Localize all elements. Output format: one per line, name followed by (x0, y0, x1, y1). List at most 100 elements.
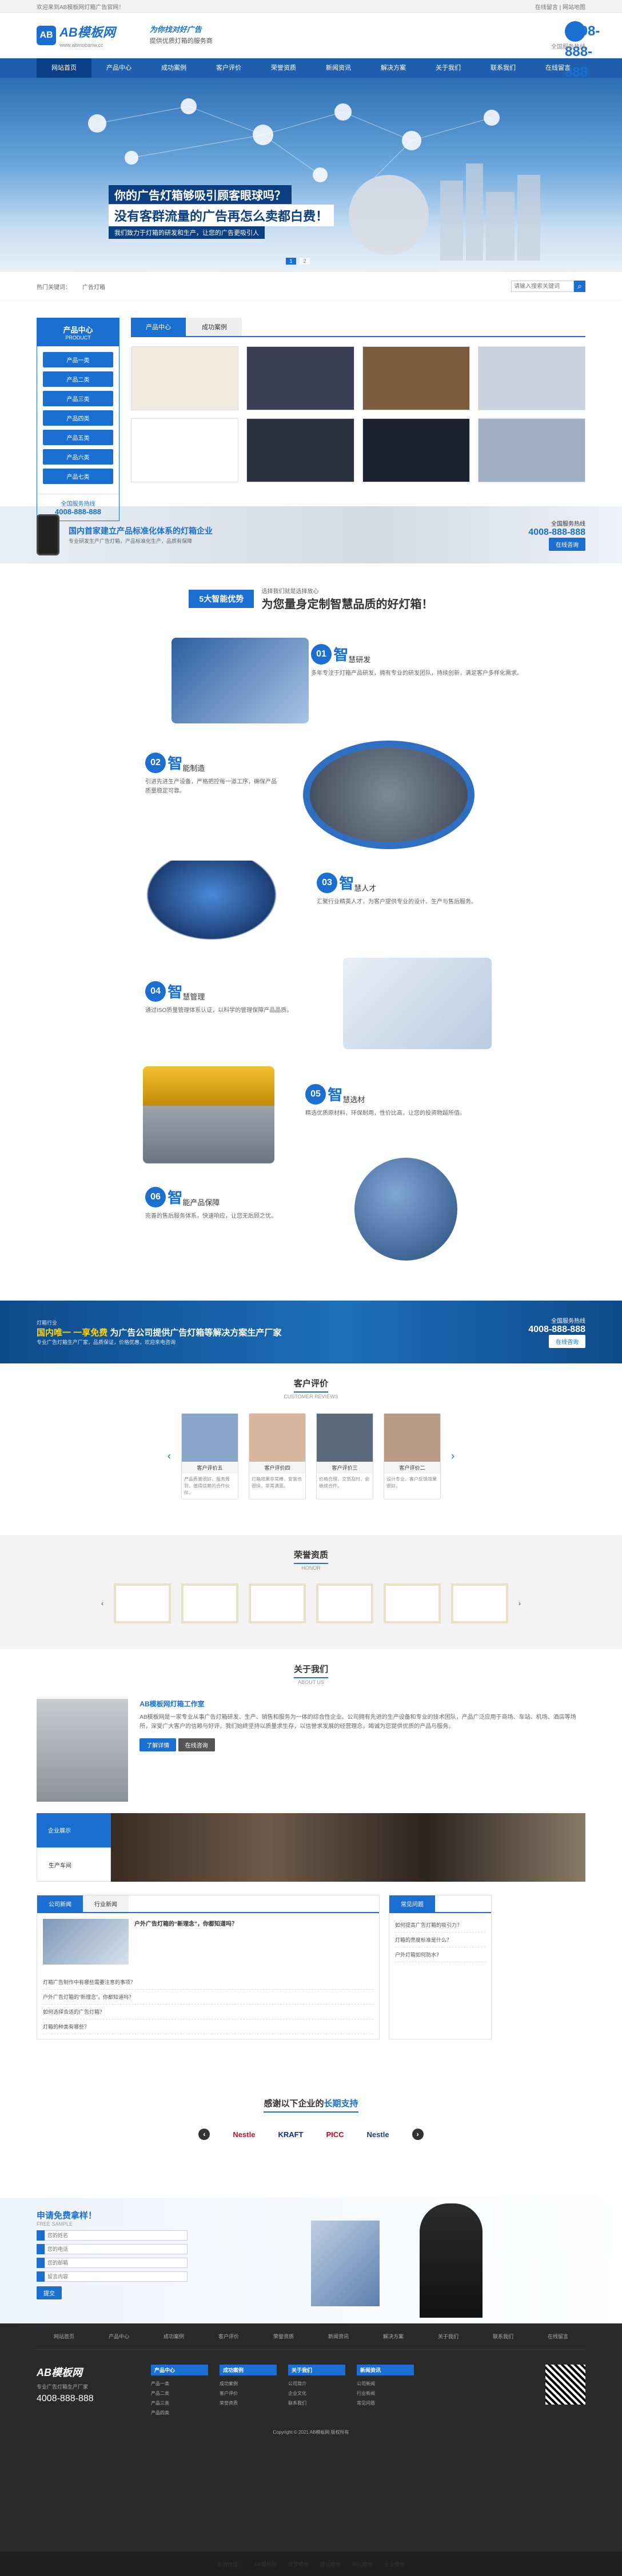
cta-consult-button[interactable]: 在线咨询 (549, 1335, 585, 1348)
tab-products[interactable]: 产品中心 (131, 318, 186, 336)
news-item[interactable]: 户外广告灯箱的“新理念”，你都知道吗？ (43, 1990, 373, 2005)
certificate-image[interactable] (451, 1583, 508, 1623)
footer-link[interactable]: 产品二类 (151, 2389, 208, 2398)
nav-item[interactable]: 关于我们 (421, 58, 476, 78)
footer-nav-item[interactable]: 荣誉资质 (273, 2333, 294, 2340)
prev-arrow-icon[interactable]: ‹ (198, 2129, 210, 2140)
sidebar-item[interactable]: 产品五类 (43, 430, 113, 445)
footer-nav-item[interactable]: 在线留言 (548, 2333, 568, 2340)
sidebar-item[interactable]: 产品二类 (43, 371, 113, 387)
banner-dot-1[interactable]: 1 (286, 258, 296, 265)
footer-link[interactable]: 荣誉资质 (220, 2398, 277, 2408)
faq-item[interactable]: 如何提高广告灯箱的吸引力？ (395, 1918, 485, 1933)
footer-nav-item[interactable]: 成功案例 (164, 2333, 184, 2340)
footer-link[interactable]: 成功案例 (220, 2379, 277, 2389)
nav-item[interactable]: 客户评价 (201, 58, 256, 78)
news-item[interactable]: 灯箱的种类有哪些？ (43, 2019, 373, 2034)
banner-dot-2[interactable]: 2 (300, 258, 310, 265)
top-links[interactable]: 在线留言 | 网站地图 (535, 2, 585, 11)
product-thumb[interactable] (477, 346, 585, 410)
review-card[interactable]: 客户评价三 价格合理，交货及时，会继续合作。 (316, 1413, 373, 1499)
product-thumb[interactable] (362, 346, 470, 410)
footer-column-title[interactable]: 产品中心 (151, 2365, 208, 2375)
tab-cases[interactable]: 成功案例 (187, 318, 242, 336)
about-more-button[interactable]: 了解详情 (139, 1738, 177, 1751)
footer-link[interactable]: 企业文化 (288, 2389, 345, 2398)
product-thumb[interactable] (362, 418, 470, 482)
footer-link[interactable]: 公司新闻 (357, 2379, 414, 2389)
hotline-label: 全国服务热线 (551, 43, 585, 50)
certificate-image[interactable] (384, 1583, 441, 1623)
certificate-image[interactable] (249, 1583, 306, 1623)
review-card[interactable]: 客户评价二 设计专业，客户反馈效果很好。 (384, 1413, 441, 1499)
form-input[interactable] (45, 2271, 188, 2282)
about-consult-button[interactable]: 在线咨询 (178, 1738, 215, 1751)
nav-item[interactable]: 解决方案 (366, 58, 421, 78)
nav-item[interactable]: 联系我们 (476, 58, 531, 78)
footer-nav-item[interactable]: 新闻资讯 (328, 2333, 349, 2340)
search-icon[interactable]: ⌕ (574, 281, 585, 292)
faq-item[interactable]: 户外灯箱如何防水？ (395, 1947, 485, 1962)
footer-nav-item[interactable]: 关于我们 (438, 2333, 458, 2340)
nav-item[interactable]: 在线留言 (531, 58, 585, 78)
footer-column-title[interactable]: 关于我们 (288, 2365, 345, 2375)
footer-link[interactable]: 行业新闻 (357, 2389, 414, 2398)
news-feature-title[interactable]: 户外广告灯箱的“新理念”，你都知道吗？ (134, 1919, 237, 1965)
form-input[interactable] (45, 2258, 188, 2268)
search-input[interactable] (511, 281, 574, 292)
nav-item[interactable]: 成功案例 (146, 58, 201, 78)
prev-arrow-icon[interactable]: ‹ (168, 1450, 171, 1462)
next-arrow-icon[interactable]: › (451, 1450, 454, 1462)
sidebar-item[interactable]: 产品六类 (43, 449, 113, 465)
faq-item[interactable]: 灯箱的亮度标准是什么？ (395, 1933, 485, 1947)
footer-link[interactable]: 产品四类 (151, 2408, 208, 2418)
product-thumb[interactable] (131, 418, 239, 482)
consult-button[interactable]: 在线咨询 (549, 538, 585, 551)
form-input[interactable] (45, 2230, 188, 2241)
nav-item[interactable]: 荣誉资质 (256, 58, 311, 78)
footer-link[interactable]: 常见问题 (357, 2398, 414, 2408)
gallery-menu-workshop[interactable]: 生产车间 (37, 1847, 111, 1882)
certificate-image[interactable] (181, 1583, 238, 1623)
review-card[interactable]: 客户评价四 灯箱效果非常棒，安装也很快，非常满意。 (249, 1413, 306, 1499)
product-thumb[interactable] (246, 418, 354, 482)
footer-nav-item[interactable]: 联系我们 (493, 2333, 513, 2340)
sidebar-item[interactable]: 产品一类 (43, 352, 113, 367)
product-thumb[interactable] (246, 346, 354, 410)
certificate-image[interactable] (114, 1583, 171, 1623)
tab-faq[interactable]: 常见问题 (389, 1895, 435, 1912)
footer-link[interactable]: 公司简介 (288, 2379, 345, 2389)
tab-company-news[interactable]: 公司新闻 (37, 1895, 83, 1912)
footer-nav-item[interactable]: 解决方案 (383, 2333, 404, 2340)
footer-column-title[interactable]: 成功案例 (220, 2365, 277, 2375)
footer-link[interactable]: 联系我们 (288, 2398, 345, 2408)
footer-link[interactable]: 客户评价 (220, 2389, 277, 2398)
nav-item[interactable]: 新闻资讯 (311, 58, 366, 78)
news-item[interactable]: 如何选择合适的广告灯箱？ (43, 2005, 373, 2019)
prev-arrow-icon[interactable]: ‹ (101, 1599, 103, 1607)
apply-submit-button[interactable]: 提交 (37, 2286, 62, 2299)
news-item[interactable]: 灯箱广告制作中有哪些需要注意的事项？ (43, 1975, 373, 1990)
product-thumb[interactable] (477, 418, 585, 482)
footer-nav-item[interactable]: 产品中心 (109, 2333, 129, 2340)
hot-keyword[interactable]: 广告灯箱 (82, 282, 105, 291)
next-arrow-icon[interactable]: › (412, 2129, 424, 2140)
product-thumb[interactable] (131, 346, 239, 410)
gallery-menu-showroom[interactable]: 企业展示 (37, 1813, 111, 1847)
sidebar-item[interactable]: 产品三类 (43, 391, 113, 406)
footer-column-title[interactable]: 新闻资讯 (357, 2365, 414, 2375)
sidebar-item[interactable]: 产品四类 (43, 410, 113, 426)
review-card[interactable]: 客户评价五 产品质量很好，服务周到，值得信赖的合作伙伴。 (181, 1413, 238, 1499)
footer-link[interactable]: 产品三类 (151, 2398, 208, 2408)
footer-link[interactable]: 产品一类 (151, 2379, 208, 2389)
nav-item[interactable]: 产品中心 (91, 58, 146, 78)
footer-nav-item[interactable]: 客户评价 (218, 2333, 239, 2340)
next-arrow-icon[interactable]: › (519, 1599, 521, 1607)
logo[interactable]: AB AB模板网 www.abmobanw.cc (37, 22, 115, 49)
footer-nav-item[interactable]: 网站首页 (54, 2333, 74, 2340)
tab-industry-news[interactable]: 行业新闻 (83, 1895, 129, 1912)
form-input[interactable] (45, 2244, 188, 2254)
certificate-image[interactable] (316, 1583, 373, 1623)
sidebar-item[interactable]: 产品七类 (43, 469, 113, 484)
nav-item[interactable]: 网站首页 (37, 58, 91, 78)
